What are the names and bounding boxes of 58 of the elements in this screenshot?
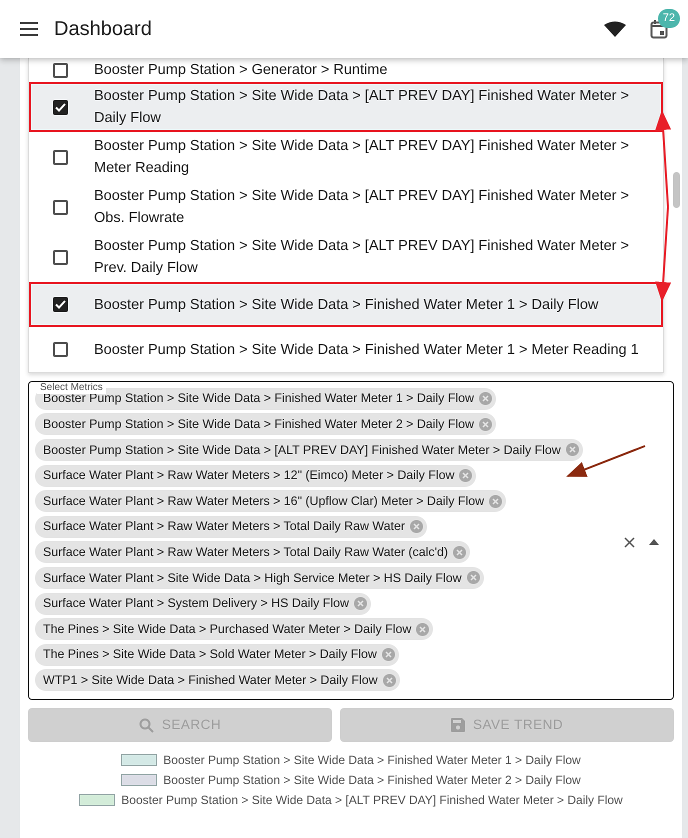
metric-chip[interactable]: Surface Water Plant > Raw Water Meters > Total Daily Raw Water (calc'd)	[35, 541, 470, 564]
remove-icon[interactable]	[416, 622, 430, 636]
metric-chip[interactable]: Surface Water Plant > Raw Water Meters > Total Daily Raw Water	[35, 516, 427, 538]
remove-icon[interactable]	[354, 597, 367, 610]
option-label: Booster Pump Station > Site Wide Data > [ALT PREV DAY] Finished Water Meter > Prev. Daily Flow	[94, 237, 630, 278]
remove-icon[interactable]	[566, 443, 579, 456]
metric-chip[interactable]: Surface Water Plant > Site Wide Data > High Service Meter > HS Daily Flow	[35, 566, 484, 589]
save-icon	[451, 718, 466, 732]
option-label: Booster Pump Station > Site Wide Data > [ALT PREV DAY] Finished Water Meter > Meter Reading	[94, 137, 630, 178]
checkbox[interactable]	[53, 100, 68, 114]
metrics-select-field[interactable]	[28, 381, 674, 700]
metric-chip[interactable]: Booster Pump Station > Site Wide Data > Finished Water Meter 2 > Daily Flow	[35, 413, 496, 436]
page-title: Dashboard	[54, 17, 152, 42]
notification-badge: 72	[658, 9, 680, 28]
remove-icon[interactable]	[459, 469, 472, 482]
option-label: Booster Pump Station > Site Wide Data > Finished Water Meter 1 > Daily Flow	[94, 296, 598, 314]
remove-icon[interactable]	[479, 418, 492, 431]
option-label: Booster Pump Station > Site Wide Data > [ALT PREV DAY] Finished Water Meter > Daily Flow	[94, 87, 630, 128]
scrollbar-thumb[interactable]	[673, 172, 680, 208]
checkbox[interactable]	[53, 200, 68, 214]
metric-chip[interactable]: Surface Water Plant > System Delivery > HS Daily Flow	[35, 592, 371, 615]
option-item[interactable]: Booster Pump Station > Site Wide Data > [ALT PREV DAY] Finished Water Meter > Obs. Flowrate	[29, 182, 663, 232]
option-label: Booster Pump Station > Site Wide Data > Finished Water Meter 1 > Meter Reading 1	[94, 340, 639, 360]
menu-icon[interactable]	[20, 22, 38, 36]
remove-icon[interactable]	[466, 571, 480, 584]
remove-icon[interactable]	[410, 520, 423, 534]
option-label: Booster Pump Station > Site Wide Data > [ALT PREV DAY] Finished Water Meter > Obs. Flowrate	[94, 187, 630, 228]
option-item[interactable]: Booster Pump Station > Site Wide Data > [ALT PREV DAY] Finished Water Meter > Daily Flow	[29, 82, 663, 132]
remove-icon[interactable]	[382, 648, 395, 662]
metric-chip[interactable]: Booster Pump Station > Site Wide Data > [ALT PREV DAY] Finished Water Meter > Daily Flow	[35, 438, 583, 461]
remove-icon[interactable]	[382, 674, 396, 687]
wifi-icon	[604, 21, 626, 37]
search-icon	[138, 718, 154, 732]
metric-chip[interactable]: The Pines > Site Wide Data > Purchased Water Meter > Daily Flow	[35, 618, 434, 640]
checkbox[interactable]	[53, 62, 68, 78]
option-item[interactable]: Booster Pump Station > Generator > Runtime	[29, 58, 663, 82]
checkbox[interactable]	[53, 297, 68, 312]
remove-icon[interactable]	[479, 392, 492, 406]
metric-chip[interactable]: Surface Water Plant > Raw Water Meters > 16" (Upflow Clar) Meter > Daily Flow	[35, 490, 506, 512]
legend-label: Booster Pump Station > Site Wide Data > Finished Water Meter 2 > Daily Flow	[163, 772, 581, 789]
checkbox[interactable]	[53, 342, 68, 357]
checkbox[interactable]	[53, 150, 68, 164]
option-item[interactable]: Booster Pump Station > Site Wide Data > Finished Water Meter 1 > Meter Reading 1	[29, 327, 663, 372]
legend-label: Booster Pump Station > Site Wide Data > [ALT PREV DAY] Finished Water Meter > Daily Flow	[121, 792, 623, 809]
metric-chip[interactable]: Surface Water Plant > Raw Water Meters > 12" (Eimco) Meter > Daily Flow	[35, 464, 476, 487]
option-item[interactable]: Booster Pump Station > Site Wide Data > Finished Water Meter 1 > Daily Flow	[29, 282, 663, 327]
option-item[interactable]: Booster Pump Station > Site Wide Data > [ALT PREV DAY] Finished Water Meter > Prev. Daily Flow	[29, 232, 663, 282]
clear-icon[interactable]	[624, 537, 635, 548]
option-item[interactable]: Booster Pump Station > Site Wide Data > [ALT PREV DAY] Finished Water Meter > Meter Reading	[29, 132, 663, 182]
caret-icon[interactable]	[649, 539, 659, 545]
metric-chip[interactable]: The Pines > Site Wide Data > Sold Water Meter > Daily Flow	[35, 644, 399, 666]
field-label: Select Metrics	[37, 382, 106, 394]
legend-label: Booster Pump Station > Site Wide Data > Finished Water Meter 1 > Daily Flow	[163, 752, 581, 769]
remove-icon[interactable]	[452, 546, 466, 559]
remove-icon[interactable]	[489, 494, 502, 508]
checkbox[interactable]	[53, 250, 68, 264]
metric-chip[interactable]: WTP1 > Site Wide Data > Finished Water Meter > Daily Flow	[35, 669, 400, 692]
option-label: Booster Pump Station > Generator > Runtime	[94, 61, 388, 80]
